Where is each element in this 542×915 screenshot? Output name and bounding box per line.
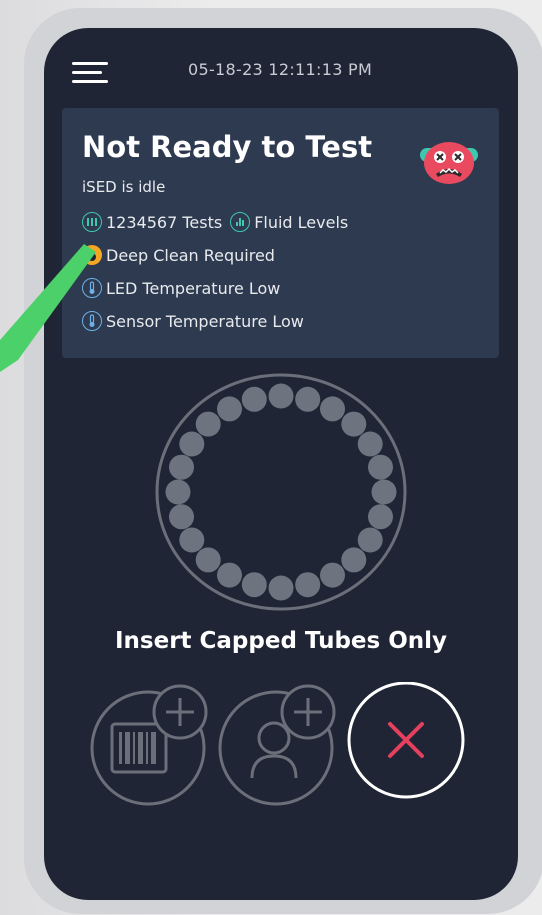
hamburger-icon-line [72, 71, 102, 74]
status-row-led-temp: LED Temperature Low [82, 276, 280, 300]
insert-instruction: Insert Capped Tubes Only [114, 628, 448, 654]
tube-slot [368, 504, 393, 530]
drop-icon [82, 245, 102, 265]
status-row-tests: 1234567 Tests Fluid Levels [82, 210, 348, 234]
tube-slot [357, 431, 383, 457]
tube-slot [268, 383, 294, 409]
tube-slot [357, 527, 383, 553]
tube-slot [268, 575, 294, 601]
sensor-temperature-label: Sensor Temperature Low [106, 311, 304, 331]
tube-slot [217, 396, 242, 422]
sad-mascot-icon [420, 142, 478, 184]
thermometer-icon [82, 278, 102, 298]
tube-slot [165, 479, 191, 505]
status-row-deep-clean: Deep Clean Required [82, 243, 275, 267]
tube-carousel [155, 373, 407, 611]
cancel-button[interactable] [346, 682, 468, 806]
tube-slot [320, 396, 345, 422]
hamburger-icon-line [72, 80, 108, 83]
tube-slot [217, 562, 242, 588]
status-row-sensor-temp: Sensor Temperature Low [82, 309, 304, 333]
led-temperature-label: LED Temperature Low [106, 278, 281, 298]
tube-slot [295, 572, 321, 598]
status-card: Not Ready to Test iSED is idle 1234567 T… [62, 108, 499, 358]
tube-slot [169, 454, 194, 480]
tube-slot [241, 572, 267, 598]
tube-slot [320, 562, 345, 588]
thermometer-icon [82, 311, 102, 331]
status-title: Not Ready to Test [82, 130, 373, 164]
tube-slot [241, 386, 267, 412]
hamburger-icon-line [72, 62, 108, 65]
device-screen: 05-18-23 12:11:13 PM Not Ready to Test i… [44, 28, 518, 900]
add-user-button[interactable] [216, 682, 338, 806]
tube-slot [195, 547, 221, 573]
close-icon [388, 722, 424, 758]
barcode-icon [110, 722, 168, 774]
fluid-levels-icon [230, 212, 251, 232]
tube-slot [179, 431, 205, 457]
tube-slot [371, 479, 397, 505]
tube-slot [368, 454, 393, 480]
status-subtitle: iSED is idle [82, 178, 166, 196]
tube-slot [195, 411, 221, 437]
tube-slot [295, 386, 321, 412]
tube-slot [179, 527, 205, 553]
datetime-display: 05-18-23 12:11:13 PM [188, 60, 373, 79]
fluid-levels-label: Fluid Levels [254, 212, 349, 232]
tube-slot [341, 411, 367, 437]
test-tubes-icon [82, 212, 102, 232]
add-barcode-button[interactable] [88, 682, 210, 806]
tube-slot [169, 504, 194, 530]
tests-count-label: 1234567 Tests [106, 212, 223, 232]
menu-button[interactable] [72, 60, 108, 86]
deep-clean-label: Deep Clean Required [106, 245, 275, 265]
tube-slot [341, 547, 367, 573]
